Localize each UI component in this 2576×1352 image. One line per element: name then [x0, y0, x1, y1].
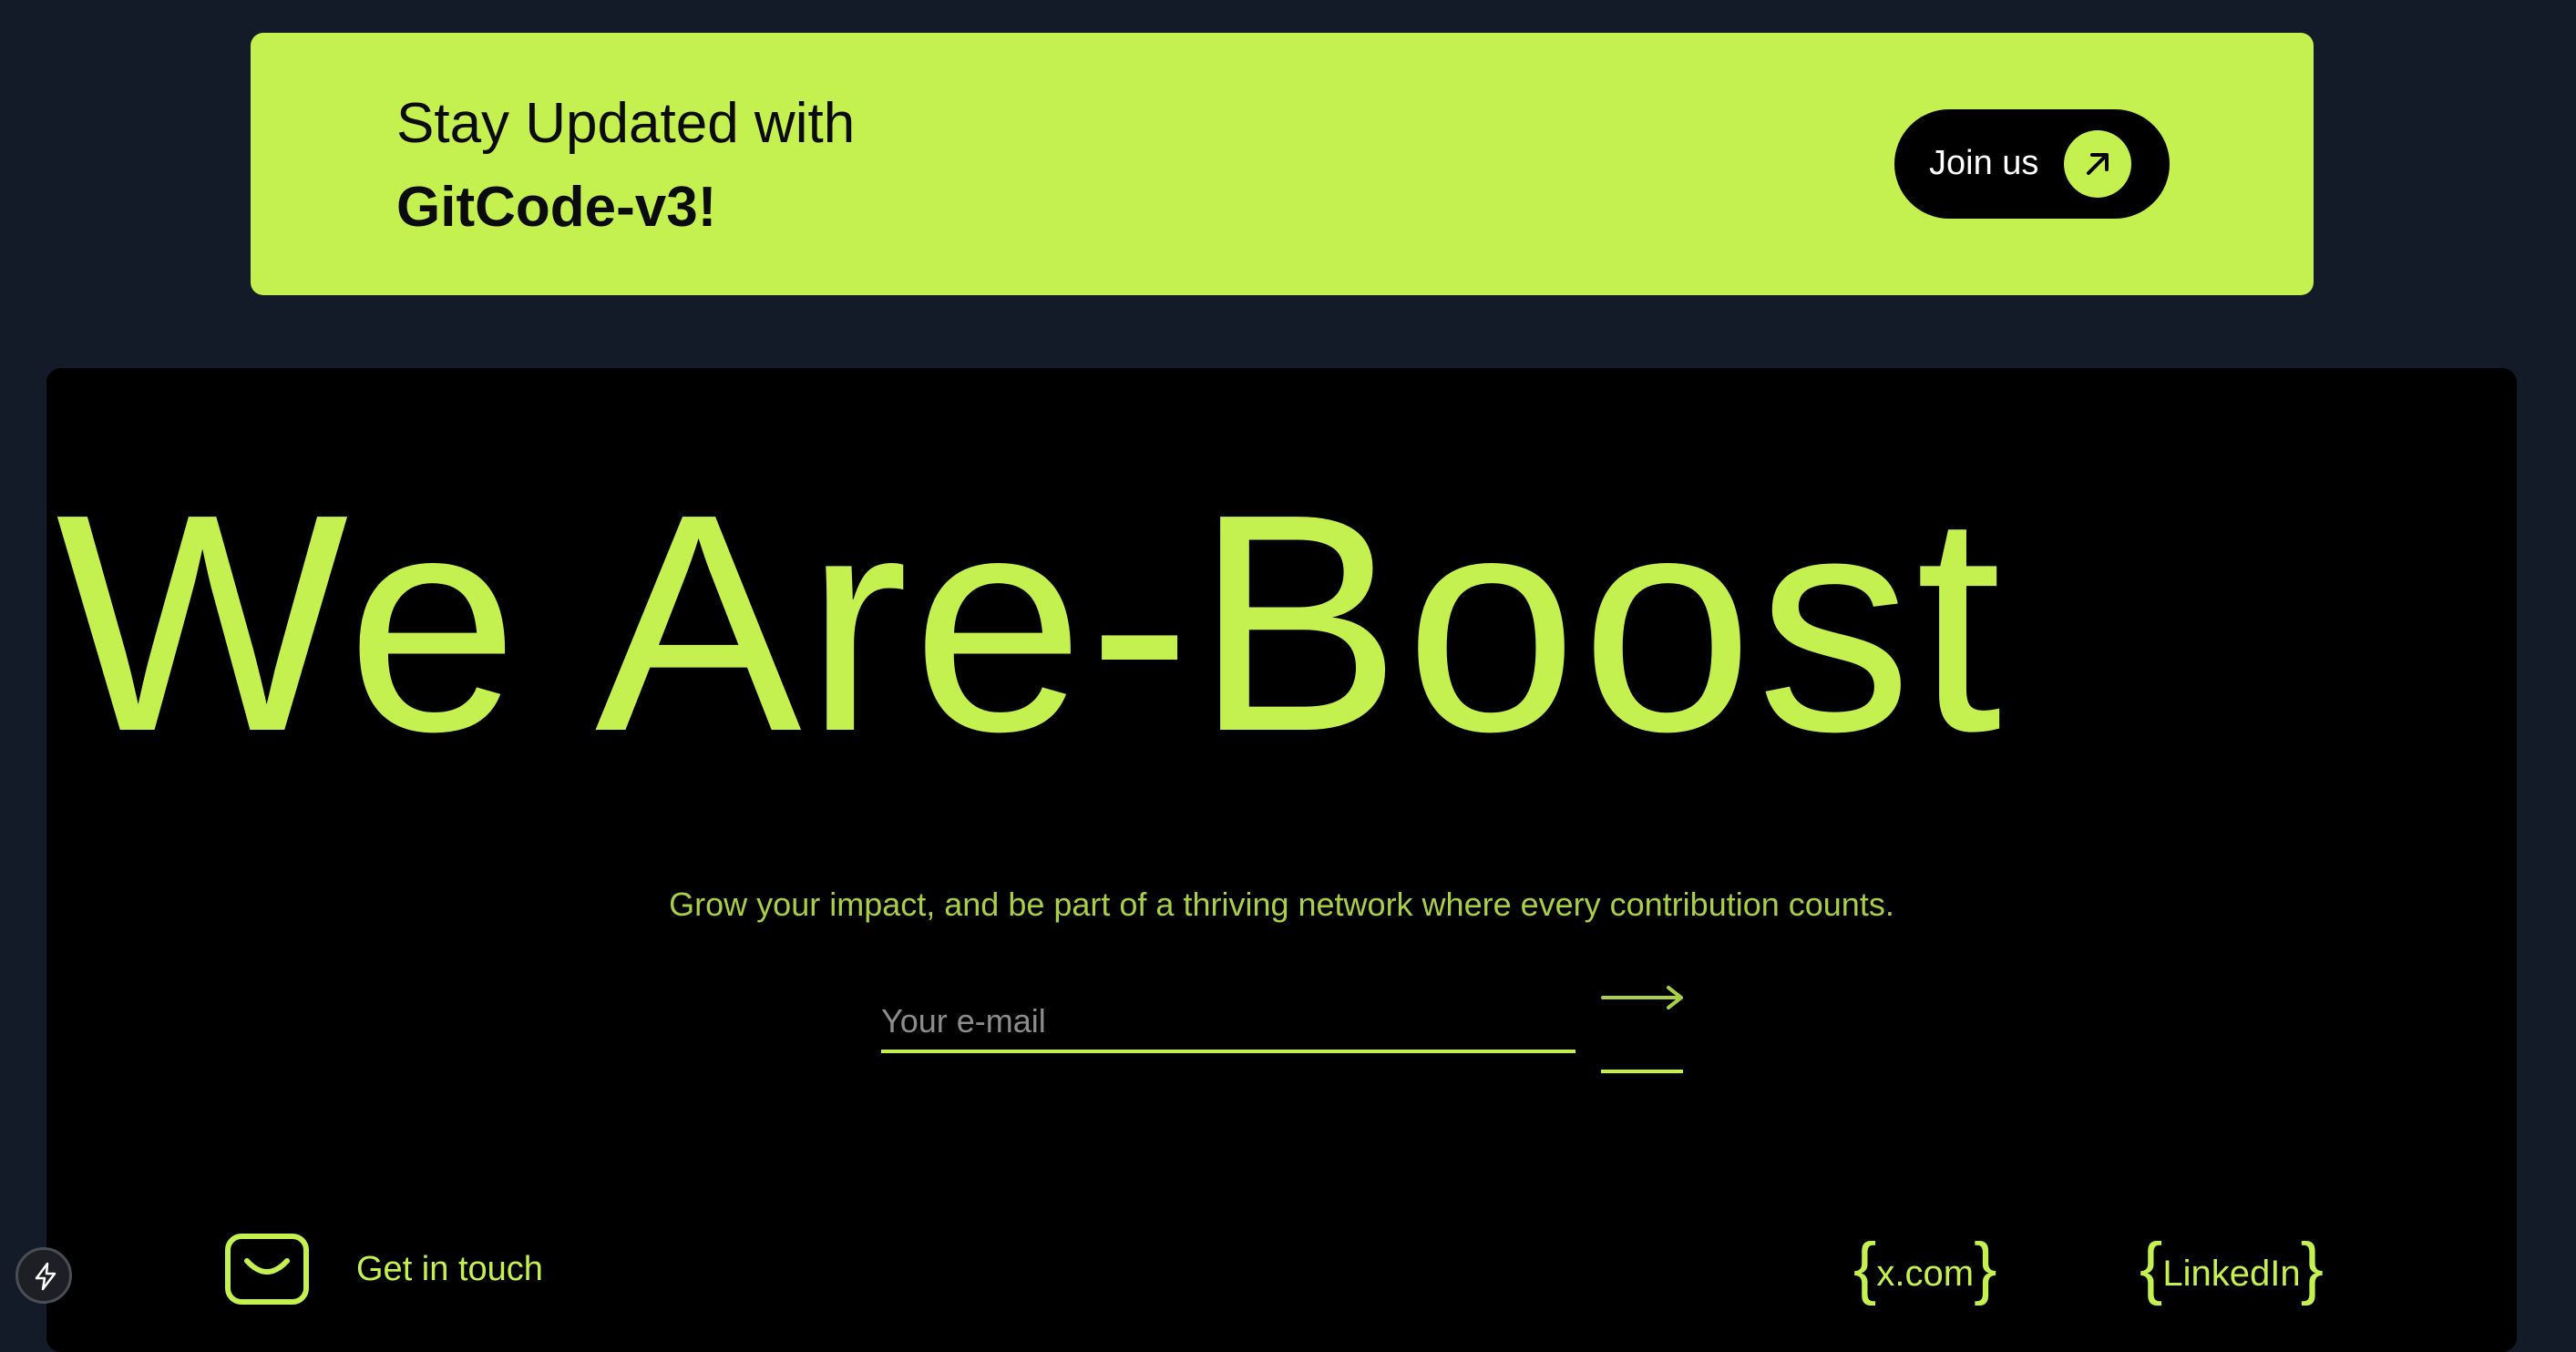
- join-us-label: Join us: [1929, 144, 2039, 182]
- hero-subtitle: Grow your impact, and be part of a thriv…: [669, 886, 1894, 923]
- long-arrow-right-icon: [1601, 986, 1683, 1009]
- right-brace-icon: }: [2300, 1229, 2325, 1306]
- banner-brand-name: GitCode-v3!: [396, 176, 717, 239]
- get-in-touch-link[interactable]: Get in touch: [356, 1250, 543, 1289]
- hero-panel: We Are-Boost Grow your impact, and be pa…: [46, 368, 2517, 1352]
- social-link-linkedin[interactable]: {LinkedIn}: [2140, 1234, 2324, 1306]
- social-link-label: x.com: [1876, 1254, 1975, 1294]
- submit-underline: [1601, 1070, 1683, 1073]
- email-submit-button[interactable]: [1601, 984, 1685, 1075]
- lightning-bolt-icon[interactable]: [15, 1247, 72, 1304]
- hero-title: We Are-Boost: [56, 450, 2006, 796]
- mail-icon[interactable]: [225, 1234, 309, 1305]
- email-input[interactable]: [881, 993, 1575, 1053]
- social-link-label: LinkedIn: [2162, 1254, 2301, 1294]
- right-brace-icon: }: [1974, 1229, 1997, 1306]
- join-us-button[interactable]: Join us: [1894, 109, 2170, 219]
- arrow-up-right-icon: [2064, 130, 2131, 198]
- banner-heading: Stay Updated with: [396, 92, 856, 155]
- left-brace-icon: {: [2140, 1229, 2163, 1306]
- newsletter-banner: Stay Updated with GitCode-v3! Join us: [251, 33, 2314, 295]
- left-brace-icon: {: [1853, 1229, 1877, 1306]
- social-link-x[interactable]: {x.com}: [1853, 1234, 1996, 1306]
